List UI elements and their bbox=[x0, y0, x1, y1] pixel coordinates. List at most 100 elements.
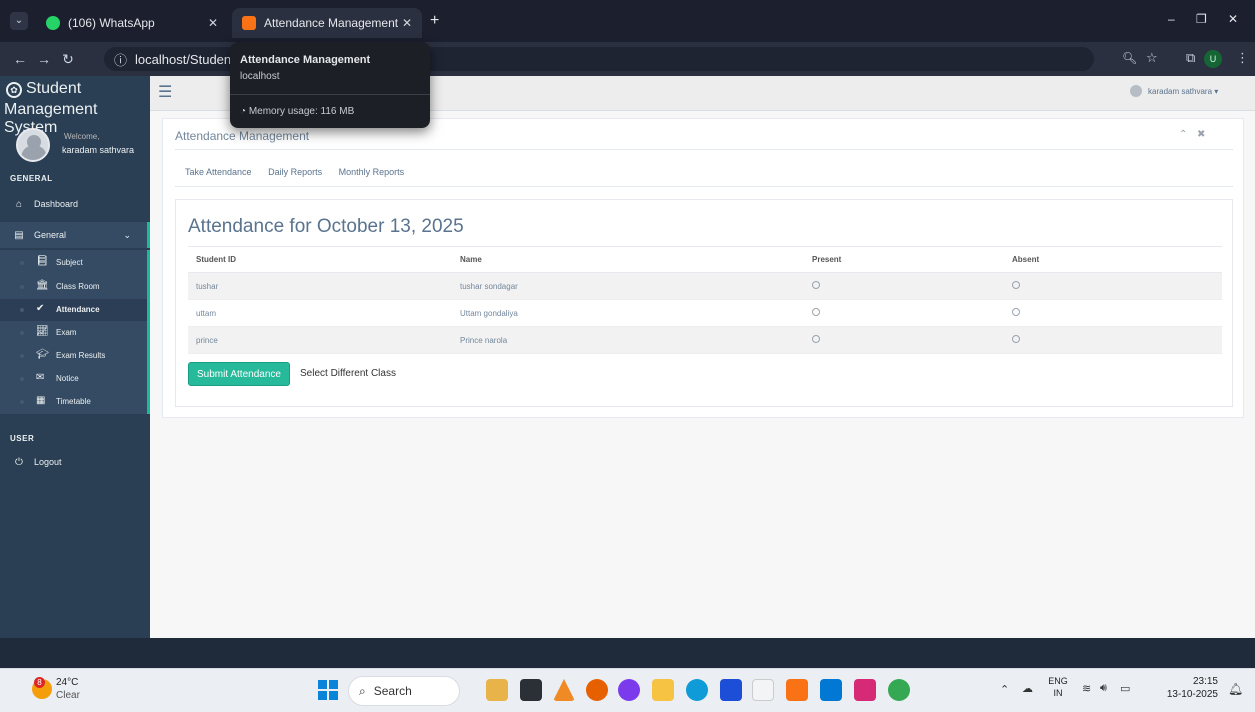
vlc-icon[interactable] bbox=[553, 679, 575, 701]
collapse-icon[interactable]: ⌃ bbox=[1179, 129, 1187, 140]
user-name: karadam sathvara bbox=[62, 145, 135, 155]
clock[interactable]: 23:15 13-10-2025 bbox=[1146, 675, 1218, 701]
taskbar-search[interactable]: ⌕ Search bbox=[348, 676, 460, 706]
clock-date: 13-10-2025 bbox=[1166, 689, 1218, 700]
reload-icon[interactable]: ↻ bbox=[56, 51, 80, 68]
calendar-icon: ▦ bbox=[36, 395, 46, 406]
tab-list-dropdown-icon[interactable]: ⌄ bbox=[10, 12, 28, 30]
sidebar-item-attendance[interactable]: ✔ Attendance bbox=[0, 299, 147, 321]
task-view-icon[interactable] bbox=[520, 679, 542, 701]
sidebar-item-timetable[interactable]: ▦ Timetable bbox=[0, 391, 147, 413]
sidebar-item-label: Subject bbox=[56, 258, 83, 267]
weather-temp: 24°C bbox=[56, 677, 79, 688]
zoom-icon[interactable]: 🔍︎ bbox=[1122, 51, 1137, 65]
xampp-taskbar-icon[interactable] bbox=[786, 679, 808, 701]
restore-button[interactable]: ❐ bbox=[1196, 12, 1207, 26]
browser-tab-whatsapp[interactable]: (106) WhatsApp ✕ bbox=[36, 8, 228, 38]
close-tab-icon[interactable]: ✕ bbox=[402, 16, 412, 30]
check-icon: ✔ bbox=[36, 303, 45, 314]
student-name-cell: tushar sondagar bbox=[452, 272, 804, 300]
browser-menu-icon[interactable]: ⋮ bbox=[1236, 50, 1249, 66]
table-row: tushar tushar sondagar bbox=[188, 272, 1222, 300]
windows-start-icon[interactable] bbox=[318, 680, 338, 700]
amazon-icon[interactable] bbox=[752, 679, 774, 701]
sidebar-item-class-room[interactable]: 🏛︎ Class Room bbox=[0, 276, 147, 298]
new-tab-button[interactable]: + bbox=[430, 12, 439, 30]
sidebar-item-subject[interactable]: 📘︎ Subject bbox=[0, 252, 147, 274]
close-window-button[interactable]: ✕ bbox=[1228, 12, 1238, 26]
weather-widget[interactable]: 8 24°C Clear bbox=[30, 675, 110, 707]
site-info-icon[interactable]: ⓘ bbox=[114, 50, 127, 69]
user-dropdown[interactable]: karadam sathvara ▾ bbox=[1148, 87, 1218, 96]
extensions-icon[interactable]: ⧉ bbox=[1186, 50, 1195, 66]
bullet-dot bbox=[20, 331, 24, 335]
absent-radio[interactable] bbox=[1012, 308, 1020, 316]
vscode-icon[interactable] bbox=[820, 679, 842, 701]
hover-card-host: localhost bbox=[240, 71, 280, 82]
chevron-down-icon: ⌄ bbox=[123, 229, 131, 240]
tab-take-attendance[interactable]: Take Attendance bbox=[185, 167, 252, 177]
present-radio[interactable] bbox=[812, 281, 820, 289]
sidebar-item-exam[interactable]: 📈︎ Exam bbox=[0, 322, 147, 344]
onedrive-icon[interactable]: ☁ bbox=[1022, 682, 1033, 695]
wifi-icon[interactable]: ≋ bbox=[1082, 682, 1091, 695]
address-toolbar: ← → ↻ ⓘ localhost/Student- 🔍︎ ☆ ⧉ U ⋮ bbox=[0, 42, 1255, 76]
user-avatar-icon bbox=[1130, 85, 1142, 97]
sidebar-item-notice[interactable]: ✉ Notice bbox=[0, 368, 147, 390]
present-radio[interactable] bbox=[812, 308, 820, 316]
sidebar-item-exam-results[interactable]: 🎓︎ Exam Results bbox=[0, 345, 147, 367]
taskbar: 8 24°C Clear ⌕ Search ⌃ ☁ ENG IN ≋ 🔊︎ ▭ 23… bbox=[0, 668, 1255, 712]
attendance-table: Student ID Name Present Absent tushar tu… bbox=[188, 246, 1222, 354]
file-explorer-icon[interactable] bbox=[652, 679, 674, 701]
firefox-icon[interactable] bbox=[586, 679, 608, 701]
tab-title: Attendance Management bbox=[264, 16, 399, 30]
chevron-up-icon[interactable]: ⌃ bbox=[1000, 683, 1009, 696]
chrome-icon[interactable] bbox=[888, 679, 910, 701]
language-indicator[interactable]: ENG IN bbox=[1046, 675, 1070, 699]
section-general: GENERAL bbox=[10, 174, 53, 183]
sidebar-item-dashboard[interactable]: ⌂ Dashboard bbox=[0, 192, 150, 216]
bookmark-star-icon[interactable]: ☆ bbox=[1146, 50, 1158, 66]
brand-line-1: ✿ Student bbox=[6, 80, 81, 98]
hamburger-menu-icon[interactable]: ☰ bbox=[158, 82, 172, 102]
present-radio[interactable] bbox=[812, 335, 820, 343]
table-row: uttam Uttam gondaliya bbox=[188, 299, 1222, 327]
close-icon[interactable]: ✖ bbox=[1197, 129, 1205, 140]
tab-monthly-reports[interactable]: Monthly Reports bbox=[339, 167, 405, 177]
attendance-panel: Attendance Management ⌃ ✖ Take Attendanc… bbox=[162, 118, 1244, 418]
sidebar-item-label: Logout bbox=[34, 457, 62, 467]
select-different-class-button[interactable]: Select Different Class bbox=[300, 368, 396, 379]
browser-tab-attendance[interactable]: Attendance Management ✕ bbox=[232, 8, 422, 38]
news-app-icon[interactable] bbox=[486, 679, 508, 701]
hover-card-memory: ◔ Memory usage: 116 MB bbox=[240, 106, 354, 117]
student-id-cell: prince bbox=[188, 326, 452, 354]
edge-icon[interactable] bbox=[686, 679, 708, 701]
minimize-button[interactable]: – bbox=[1168, 12, 1175, 26]
absent-radio[interactable] bbox=[1012, 281, 1020, 289]
battery-icon[interactable]: ▭ bbox=[1120, 682, 1130, 695]
sidebar-item-logout[interactable]: ⏻ Logout bbox=[0, 450, 150, 474]
volume-icon[interactable]: 🔊︎ bbox=[1100, 682, 1107, 695]
absent-cell bbox=[1004, 326, 1222, 354]
table-icon: ▤ bbox=[14, 229, 24, 241]
memory-text: Memory usage: 116 MB bbox=[248, 106, 355, 117]
tab-daily-reports[interactable]: Daily Reports bbox=[268, 167, 322, 177]
submit-attendance-button[interactable]: Submit Attendance bbox=[188, 362, 290, 386]
forward-icon[interactable]: → bbox=[32, 51, 56, 67]
absent-cell bbox=[1004, 272, 1222, 300]
microsoft-store-icon[interactable] bbox=[720, 679, 742, 701]
close-tab-icon[interactable]: ✕ bbox=[208, 16, 218, 30]
section-user: USER bbox=[10, 434, 35, 443]
copilot-icon[interactable] bbox=[618, 679, 640, 701]
present-cell bbox=[804, 272, 1004, 300]
back-icon[interactable]: ← bbox=[8, 51, 32, 67]
caret-down-icon: ▾ bbox=[1214, 87, 1219, 96]
attendance-heading: Attendance for October 13, 2025 bbox=[188, 216, 464, 237]
graduation-cap-icon: 🎓︎ bbox=[36, 349, 49, 360]
profile-avatar[interactable]: U bbox=[1204, 50, 1222, 68]
sidebar-item-general[interactable]: ▤ General ⌄ bbox=[0, 222, 150, 248]
col-name: Name bbox=[452, 246, 804, 273]
instagram-icon[interactable] bbox=[854, 679, 876, 701]
absent-radio[interactable] bbox=[1012, 335, 1020, 343]
notification-icon[interactable]: 🔔︎ bbox=[1228, 682, 1243, 696]
